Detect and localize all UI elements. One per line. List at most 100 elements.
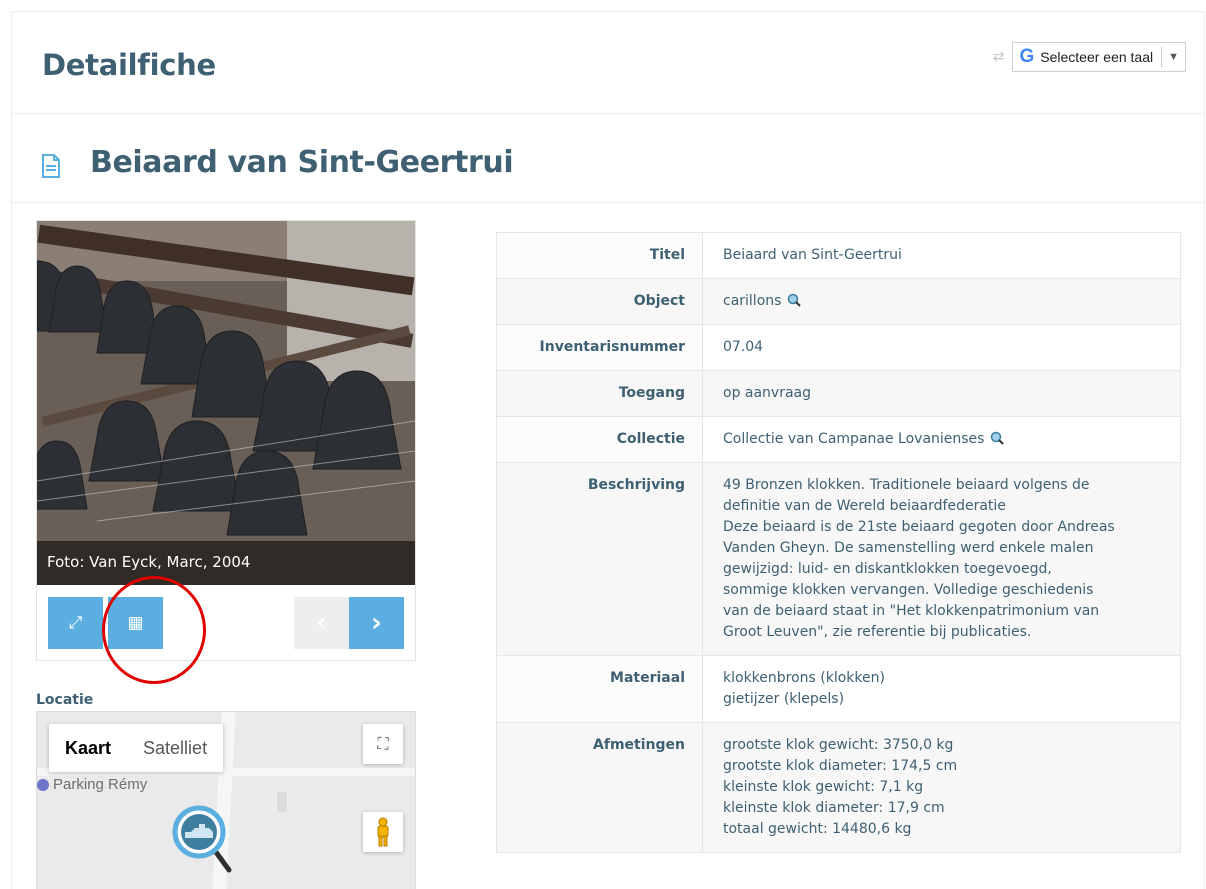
swap-icon: ⇄ — [992, 49, 1005, 65]
metadata-value-text: Collectie van Campanae Lovanienses — [723, 431, 985, 447]
map-poi[interactable]: Parking Rémy — [37, 776, 147, 793]
translate-widget: ⇄ G Selecteer een taal ▼ — [993, 42, 1186, 72]
photo-caption: Foto: Van Eyck, Marc, 2004 — [37, 541, 415, 585]
metadata-value-line: Deze beiaard is de 21ste beiaard gegoten… — [723, 517, 1164, 538]
metadata-value-line: klokkenbrons (klokken) — [723, 668, 1164, 689]
metadata-row: Object carillons — [496, 278, 1181, 325]
metadata-value-text: Groot Leuven", zie referentie bij public… — [723, 624, 1032, 640]
metadata-value-text: grootste klok gewicht: 3750,0 kg — [723, 737, 954, 753]
metadata-value-line: van de beiaard staat in "Het klokkenpatr… — [723, 601, 1164, 622]
metadata-value-line: kleinste klok diameter: 17,9 cm — [723, 798, 1164, 819]
metadata-key: Object — [496, 278, 703, 325]
metadata-value-line: Vanden Gheyn. De samenstelling werd enke… — [723, 538, 1164, 559]
metadata-value-text: sommige klokken vervangen. Volledige ges… — [723, 582, 1094, 598]
section-title: Detailfiche — [42, 48, 216, 82]
select-divider — [1161, 47, 1163, 67]
metadata-value-text: kleinste klok diameter: 17,9 cm — [723, 800, 945, 816]
chevron-right-icon: › — [371, 608, 382, 638]
metadata-value-text: carillons — [723, 293, 782, 309]
metadata-value-line: definitie van de Wereld beiaardfederatie — [723, 496, 1164, 517]
detail-header: Detailfiche ⇄ G Selecteer een taal ▼ — [12, 12, 1204, 114]
metadata-key: Materiaal — [496, 655, 703, 723]
page-title: Beiaard van Sint-Geertrui — [90, 145, 514, 180]
pegman-icon — [377, 817, 389, 847]
metadata-value-text: totaal gewicht: 14480,6 kg — [723, 821, 912, 837]
photo-gallery: Foto: Van Eyck, Marc, 2004 ⤢ ▦ ‹ › — [36, 220, 416, 661]
dropdown-arrow-icon: ▼ — [1168, 51, 1179, 63]
metadata-value-text: 07.04 — [723, 339, 764, 355]
metadata-value: op aanvraag — [702, 370, 1181, 417]
bells-illustration — [37, 221, 415, 585]
record-heading: Beiaard van Sint-Geertrui — [12, 115, 1204, 203]
metadata-value-line: 49 Bronzen klokken. Traditionele beiaard… — [723, 475, 1164, 496]
map-tab-map[interactable]: Kaart — [49, 724, 127, 772]
map-tab-satellite[interactable]: Satelliet — [127, 724, 223, 772]
map-block — [277, 792, 287, 812]
metadata-key: Beschrijving — [496, 462, 703, 656]
page: Detailfiche ⇄ G Selecteer een taal ▼ Bei… — [0, 0, 1206, 889]
metadata-value-text: Vanden Gheyn. De samenstelling werd enke… — [723, 540, 1094, 556]
metadata-value-text: gietijzer (klepels) — [723, 691, 845, 707]
metadata-row: Inventarisnummer 07.04 — [496, 324, 1181, 371]
metadata-value-text: Beiaard van Sint-Geertrui — [723, 247, 902, 263]
parking-pin-icon — [37, 778, 49, 791]
metadata-value-text: van de beiaard staat in "Het klokkenpatr… — [723, 603, 1100, 619]
google-icon: G — [1019, 46, 1035, 67]
metadata-value: Collectie van Campanae Lovanienses — [702, 416, 1181, 463]
metadata-table: Titel Beiaard van Sint-Geertrui Object cari… — [496, 232, 1181, 853]
metadata-value-line: totaal gewicht: 14480,6 kg — [723, 819, 1164, 840]
location-marker-icon[interactable] — [167, 802, 239, 874]
expand-button[interactable]: ⤢ — [48, 597, 103, 649]
document-icon — [42, 154, 60, 178]
metadata-value-text: 49 Bronzen klokken. Traditionele beiaard… — [723, 477, 1090, 493]
search-thesaurus-icon[interactable] — [787, 293, 802, 307]
metadata-key: Collectie — [496, 416, 703, 463]
location-label: Locatie — [36, 692, 94, 708]
search-thesaurus-icon[interactable] — [990, 431, 1005, 445]
gallery-controls: ⤢ ▦ ‹ › — [37, 585, 415, 662]
metadata-value-text: gewijzigd: luid- en diskantklokken toege… — [723, 561, 1052, 577]
metadata-value-line: Beiaard van Sint-Geertrui — [723, 245, 1164, 266]
grid-icon: ▦ — [127, 613, 144, 633]
carillon-photo[interactable]: Foto: Van Eyck, Marc, 2004 — [37, 221, 415, 585]
metadata-value-text: op aanvraag — [723, 385, 812, 401]
metadata-value-line[interactable]: carillons — [723, 291, 1164, 312]
metadata-value-line: sommige klokken vervangen. Volledige ges… — [723, 580, 1164, 601]
metadata-value-line: gewijzigd: luid- en diskantklokken toege… — [723, 559, 1164, 580]
metadata-value-text: grootste klok diameter: 174,5 cm — [723, 758, 958, 774]
metadata-value: klokkenbrons (klokken) gietijzer (klepels… — [702, 655, 1181, 723]
fullscreen-icon: ⛶ — [377, 734, 389, 753]
street-view-button[interactable] — [363, 812, 403, 852]
metadata-row: Materiaal klokkenbrons (klokken) gietijzer… — [496, 655, 1181, 723]
metadata-value: 07.04 — [702, 324, 1181, 371]
map-fullscreen-button[interactable]: ⛶ — [363, 724, 403, 764]
metadata-row: Titel Beiaard van Sint-Geertrui — [496, 232, 1181, 279]
map-poi-label: Parking Rémy — [53, 776, 148, 793]
metadata-value-text: kleinste klok gewicht: 7,1 kg — [723, 779, 924, 795]
metadata-value: Beiaard van Sint-Geertrui — [702, 232, 1181, 279]
location-map[interactable]: Kaart Satelliet ⛶ Parking Rémy — [36, 711, 416, 889]
next-photo-button[interactable]: › — [349, 597, 404, 649]
metadata-value-line: kleinste klok gewicht: 7,1 kg — [723, 777, 1164, 798]
metadata-value-line: op aanvraag — [723, 383, 1164, 404]
metadata-value-line[interactable]: Collectie van Campanae Lovanienses — [723, 429, 1164, 450]
metadata-value: grootste klok gewicht: 3750,0 kg grootste… — [702, 722, 1181, 853]
metadata-value-line: grootste klok diameter: 174,5 cm — [723, 756, 1164, 777]
prev-photo-button[interactable]: ‹ — [294, 597, 349, 649]
metadata-value-line: Groot Leuven", zie referentie bij public… — [723, 622, 1164, 643]
metadata-value: carillons — [702, 278, 1181, 325]
metadata-value-text: klokkenbrons (klokken) — [723, 670, 885, 686]
metadata-value-text: Deze beiaard is de 21ste beiaard gegoten… — [723, 519, 1115, 535]
language-select-label: Selecteer een taal — [1040, 49, 1154, 65]
expand-icon: ⤢ — [68, 613, 83, 633]
metadata-row: Afmetingen grootste klok gewicht: 3750,0 … — [496, 722, 1181, 853]
metadata-key: Titel — [496, 232, 703, 279]
metadata-key: Afmetingen — [496, 722, 703, 853]
grid-view-button[interactable]: ▦ — [108, 597, 163, 649]
metadata-key: Toegang — [496, 370, 703, 417]
metadata-value-line: gietijzer (klepels) — [723, 689, 1164, 710]
metadata-row: Beschrijving 49 Bronzen klokken. Traditio… — [496, 462, 1181, 656]
metadata-value-line: grootste klok gewicht: 3750,0 kg — [723, 735, 1164, 756]
metadata-row: Toegang op aanvraag — [496, 370, 1181, 417]
language-select[interactable]: G Selecteer een taal ▼ — [1012, 42, 1186, 72]
